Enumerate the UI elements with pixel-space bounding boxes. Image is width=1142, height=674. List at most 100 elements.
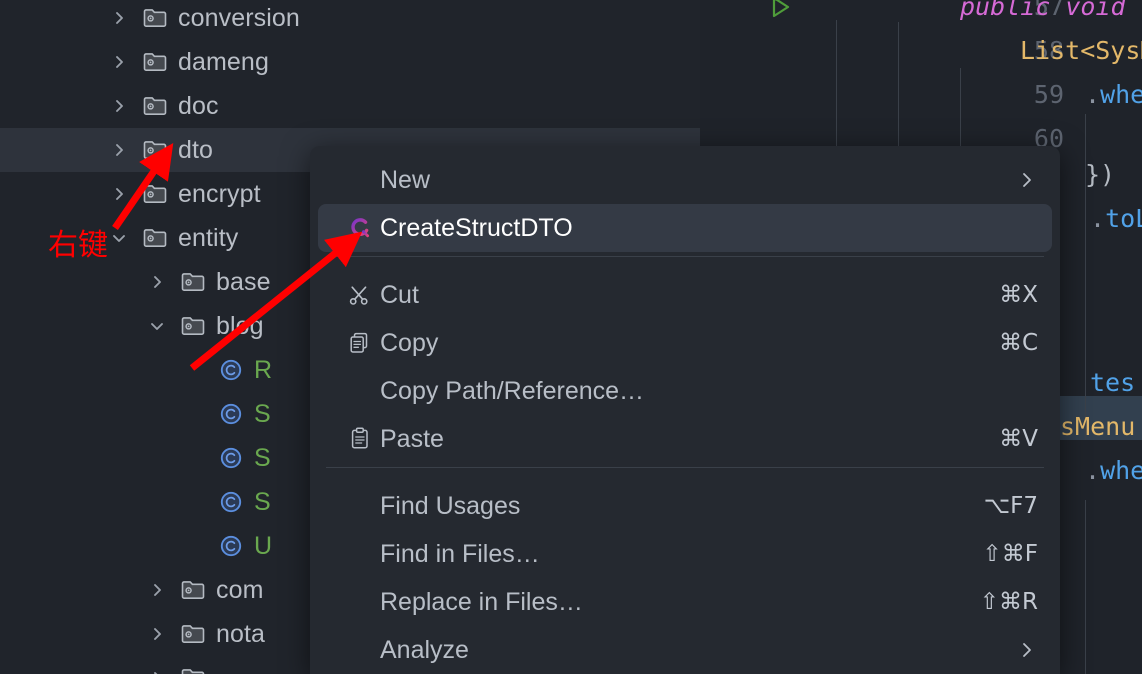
code-line: .toL	[1090, 204, 1142, 233]
folder-icon	[180, 621, 206, 647]
line-number: 59	[1033, 80, 1064, 109]
tree-row-dameng[interactable]: dameng	[0, 40, 700, 84]
chevron-right-icon[interactable]	[146, 667, 168, 674]
tree-item-label: S	[254, 399, 271, 428]
menu-item-copy[interactable]: Copy ⌘C	[310, 319, 1060, 367]
folder-icon	[180, 313, 206, 339]
context-menu[interactable]: New CreateStructDTO Cut ⌘X Copy ⌘C Copy Path/R…	[310, 146, 1060, 674]
menu-item-label: Cut	[380, 280, 419, 309]
code-token: toL	[1105, 204, 1142, 233]
indent-guide	[1085, 500, 1086, 674]
code-line: public void tes	[960, 0, 1142, 21]
tree-item-label: blog	[216, 311, 264, 340]
chevron-right-icon[interactable]	[146, 579, 168, 601]
code-line: List<SysMenu	[1020, 36, 1142, 65]
code-token: tes	[1090, 368, 1136, 397]
menu-item-replace-in-files[interactable]: Replace in Files… ⇧⌘R	[310, 578, 1060, 626]
menu-item-find-in-files[interactable]: Find in Files… ⇧⌘F	[310, 530, 1060, 578]
menu-item-shortcut: ⌘C	[998, 330, 1038, 356]
code-token: })	[1085, 160, 1116, 189]
folder-icon	[180, 577, 206, 603]
menu-item-label: Replace in Files…	[380, 587, 583, 616]
chevron-right-icon[interactable]	[108, 183, 130, 205]
code-token: .	[1085, 456, 1101, 485]
code-line: .whe	[1085, 80, 1142, 109]
chevron-right-icon[interactable]	[108, 139, 130, 161]
tree-item-label: S	[254, 443, 271, 472]
code-line: sMenu	[1060, 412, 1135, 441]
menu-item-label: Copy	[380, 328, 439, 357]
chevron-down-icon[interactable]	[108, 227, 130, 249]
menu-item-find-usages[interactable]: Find Usages ⌥F7	[310, 482, 1060, 530]
menu-item-label: New	[380, 165, 431, 194]
ide-window: 57 58 59 60 public void tesList<SysMenu.…	[0, 0, 1142, 674]
tree-item-label: dto	[178, 135, 214, 164]
folder-icon	[142, 137, 168, 163]
chevron-right-icon[interactable]	[108, 7, 130, 29]
code-token: List<SysMenu	[1020, 36, 1142, 65]
menu-item-analyze[interactable]: Analyze	[310, 626, 1060, 674]
code-line: })	[1085, 160, 1115, 189]
tree-item-label: entity	[178, 223, 239, 252]
tree-row-conversion[interactable]: conversion	[0, 0, 700, 40]
menu-separator	[326, 256, 1044, 257]
tree-item-label: conversion	[178, 3, 300, 32]
scissors-icon	[346, 281, 374, 309]
tree-item-label: nota	[216, 619, 266, 648]
code-token: whe	[1100, 456, 1142, 485]
chevron-right-icon[interactable]	[108, 51, 130, 73]
menu-item-label: Copy Path/Reference…	[380, 376, 645, 405]
menu-item-label: Analyze	[380, 635, 469, 664]
tree-item-label: doc	[178, 91, 219, 120]
code-token: public void	[960, 0, 1141, 21]
chevron-right-icon[interactable]	[146, 271, 168, 293]
class-icon	[218, 533, 244, 559]
chevron-right-icon[interactable]	[108, 95, 130, 117]
folder-icon	[142, 181, 168, 207]
tree-item-label: com	[216, 575, 264, 604]
menu-item-shortcut: ⌥F7	[983, 493, 1038, 519]
menu-item-shortcut: ⌘V	[999, 426, 1038, 452]
code-token: .	[1090, 204, 1106, 233]
tree-item-label: encrypt	[178, 179, 261, 208]
chevron-right-icon	[1016, 169, 1038, 191]
chevron-right-icon	[1016, 639, 1038, 661]
tree-item-label: dameng	[178, 47, 269, 76]
folder-icon	[180, 269, 206, 295]
folder-icon	[142, 49, 168, 75]
menu-item-shortcut: ⌘X	[999, 282, 1038, 308]
menu-item-copy-path-reference[interactable]: Copy Path/Reference…	[310, 367, 1060, 415]
tree-item-label: U	[254, 531, 273, 560]
run-test-icon[interactable]	[768, 0, 794, 20]
tree-row-doc[interactable]: doc	[0, 84, 700, 128]
menu-item-new[interactable]: New	[310, 156, 1060, 204]
tree-item-label: S	[254, 487, 271, 516]
clipboard-icon	[346, 425, 374, 453]
code-token: whe	[1100, 80, 1142, 109]
chevron-right-icon[interactable]	[146, 623, 168, 645]
chevron-down-icon[interactable]	[146, 315, 168, 337]
menu-item-label: Find in Files…	[380, 539, 540, 568]
menu-item-paste[interactable]: Paste ⌘V	[310, 415, 1060, 463]
menu-item-shortcut: ⇧⌘F	[982, 541, 1038, 567]
menu-item-create-struct-dto[interactable]: CreateStructDTO	[310, 204, 1060, 252]
class-icon	[218, 445, 244, 471]
folder-icon	[142, 225, 168, 251]
menu-item-label: Find Usages	[380, 491, 521, 520]
code-line: .whe	[1085, 456, 1142, 485]
code-line: tes	[1090, 368, 1135, 397]
tree-item-label: base	[216, 267, 271, 296]
tree-item-label: R	[254, 355, 273, 384]
menu-item-label: Paste	[380, 424, 444, 453]
class-icon	[218, 357, 244, 383]
menu-item-shortcut: ⇧⌘R	[979, 589, 1038, 615]
folder-icon	[142, 5, 168, 31]
menu-separator	[326, 467, 1044, 468]
menu-item-label: CreateStructDTO	[380, 213, 573, 242]
class-icon	[218, 489, 244, 515]
class-icon	[218, 401, 244, 427]
menu-item-cut[interactable]: Cut ⌘X	[310, 271, 1060, 319]
